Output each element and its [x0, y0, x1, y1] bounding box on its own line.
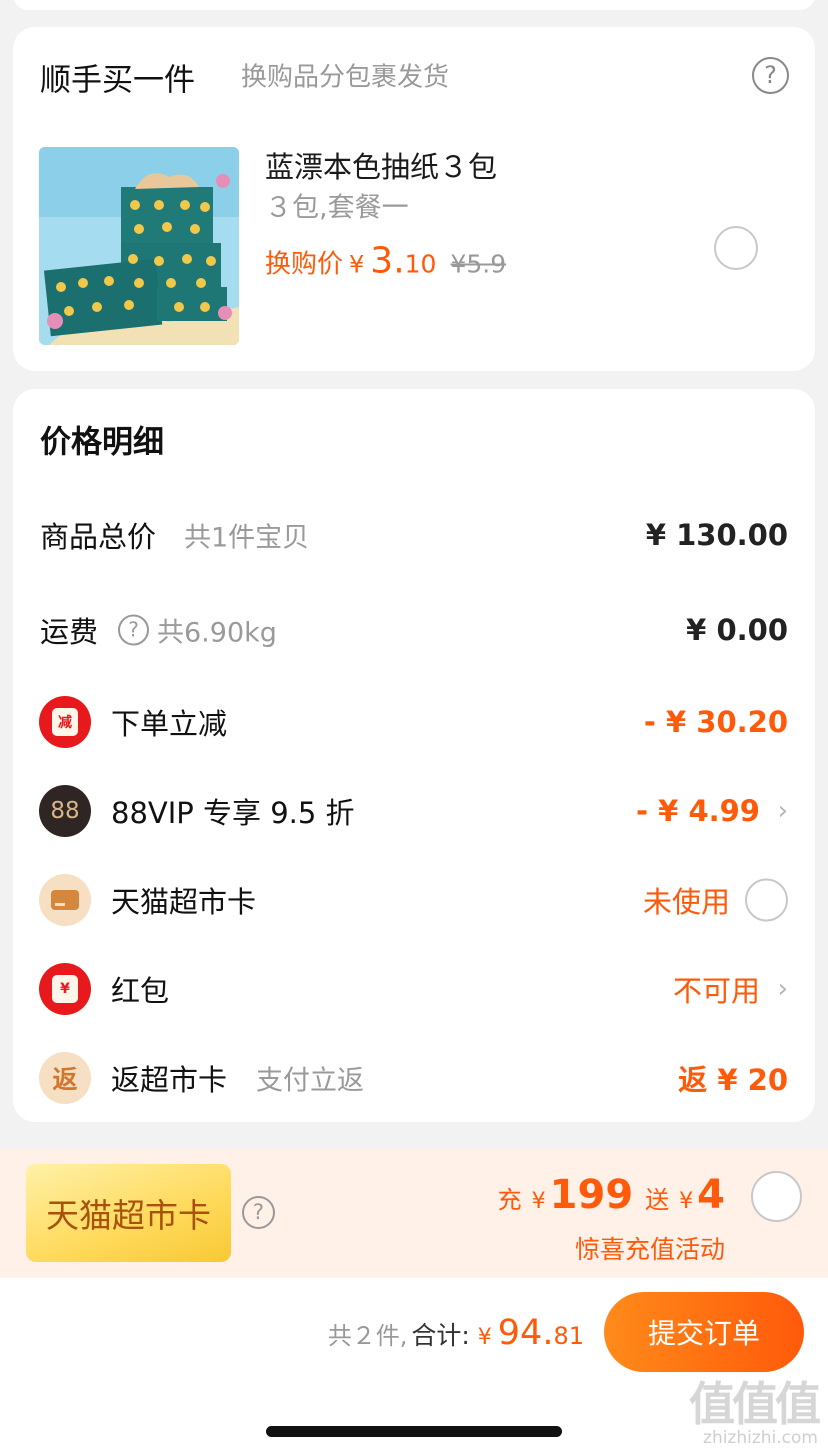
instant-discount-value: - ¥ 30.20	[643, 705, 788, 739]
chevron-right-icon[interactable]: ›	[778, 974, 788, 1004]
reduce-icon: 减	[39, 696, 91, 748]
product-price: 换购价 ¥ 3. 10 ¥5.9	[265, 241, 506, 282]
watermark: 值值值 zhizhizhi.com	[670, 1368, 821, 1448]
recharge-offer: 充 ¥ 199 送 ¥ 4	[498, 1172, 725, 1218]
help-icon[interactable]: ?	[242, 1196, 275, 1229]
vip-discount-row[interactable]: 88 88VIP 专享 9.5 折 - ¥ 4.99 ›	[13, 781, 815, 841]
goods-total-row: 商品总价 共1件宝贝 ¥ 130.00	[13, 505, 815, 565]
recharge-amount: 199	[549, 1172, 634, 1218]
goods-total-value: ¥ 130.00	[645, 518, 788, 552]
shipping-row: 运费 ? 共6.90kg ¥ 0.00	[13, 600, 815, 660]
watermark-text: zhizhizhi.com	[703, 1428, 818, 1448]
goods-total-label: 商品总价	[40, 520, 157, 554]
red-packet-label: 红包	[111, 974, 170, 1008]
product-variant: ３包,套餐一	[265, 192, 409, 224]
exchange-price-label: 换购价	[265, 249, 344, 280]
product-name[interactable]: 蓝漂本色抽纸３包	[265, 144, 497, 186]
help-icon[interactable]: ?	[752, 57, 789, 94]
currency-symbol: ¥	[349, 250, 365, 279]
cashback-value: 返 ¥ 20	[678, 1063, 788, 1097]
addon-title: 顺手买一件	[40, 62, 195, 99]
recharge-label: 充	[497, 1186, 522, 1214]
recharge-promo: 天猫超市卡 ? 充 ¥ 199 送 ¥ 4 惊喜充值活动	[0, 1149, 828, 1278]
gift-amount: 4	[697, 1172, 725, 1218]
currency-symbol: ¥	[531, 1189, 546, 1214]
market-card-radio[interactable]	[745, 878, 788, 922]
chevron-right-icon[interactable]: ›	[778, 796, 788, 826]
original-price: ¥5.9	[450, 249, 507, 279]
shipping-value: ¥ 0.00	[686, 613, 788, 647]
addon-subtitle: 换购品分包裹发货	[241, 62, 450, 93]
instant-discount-label: 下单立减	[111, 707, 228, 741]
cashback-label: 返超市卡	[111, 1063, 228, 1097]
submit-order-button[interactable]: 提交订单	[604, 1292, 804, 1372]
cashback-sub: 支付立返	[256, 1065, 364, 1097]
price-detail-title: 价格明细	[40, 424, 164, 461]
price-decimal: 10	[404, 249, 437, 279]
total-label: 合计:	[411, 1321, 470, 1350]
item-count: 共２件,	[327, 1322, 408, 1350]
instant-discount-row: 减 下单立减 - ¥ 30.20	[13, 692, 815, 752]
shipping-weight: 共6.90kg	[157, 617, 277, 649]
price-detail-card: 价格明细 商品总价 共1件宝贝 ¥ 130.00 运费 ? 共6.90kg ¥ …	[13, 389, 815, 1122]
total-decimal: 81	[553, 1322, 584, 1350]
home-indicator[interactable]	[266, 1426, 562, 1437]
goods-count: 共1件宝贝	[184, 522, 310, 554]
currency-symbol: ¥	[679, 1189, 694, 1214]
vip-discount-label: 88VIP 专享 9.5 折	[111, 796, 355, 830]
shipping-label: 运费	[40, 615, 99, 649]
checkout-bar: 共２件, 合计: ¥ 94. 81 提交订单 值值值 zhizhizhi.com	[0, 1278, 828, 1454]
market-card-row: 天猫超市卡 未使用	[13, 870, 815, 930]
red-packet-status: 不可用	[672, 974, 760, 1008]
currency-symbol: ¥	[477, 1325, 492, 1350]
help-icon[interactable]: ?	[118, 614, 149, 646]
previous-card	[13, 0, 815, 10]
vip-88-icon: 88	[39, 785, 91, 837]
addon-card: 顺手买一件 换购品分包裹发货 ? 蓝漂本色抽纸３包 ３包,套餐一 换购价 ¥ 3…	[13, 27, 815, 371]
promo-caption: 惊喜充值活动	[574, 1235, 725, 1264]
recharge-radio[interactable]	[751, 1171, 802, 1222]
order-total: 共２件, 合计: ¥ 94. 81	[328, 1313, 584, 1353]
addon-select-radio[interactable]	[714, 226, 758, 270]
market-card-badge[interactable]: 天猫超市卡	[26, 1164, 231, 1262]
gift-label: 送	[645, 1186, 670, 1214]
vip-discount-value: - ¥ 4.99	[636, 794, 760, 828]
total-integer: 94.	[497, 1313, 554, 1353]
watermark-logo: 值值值	[689, 1377, 821, 1431]
price-integer: 3.	[370, 240, 405, 282]
red-packet-row[interactable]: ¥ 红包 不可用 ›	[13, 959, 815, 1019]
card-icon	[39, 874, 91, 926]
cashback-icon: 返	[39, 1052, 91, 1104]
cashback-row: 返 返超市卡 支付立返 返 ¥ 20	[13, 1048, 815, 1108]
red-packet-icon: ¥	[39, 963, 91, 1015]
product-image[interactable]	[39, 147, 239, 345]
market-card-label: 天猫超市卡	[111, 885, 257, 919]
market-card-status: 未使用	[642, 885, 730, 919]
